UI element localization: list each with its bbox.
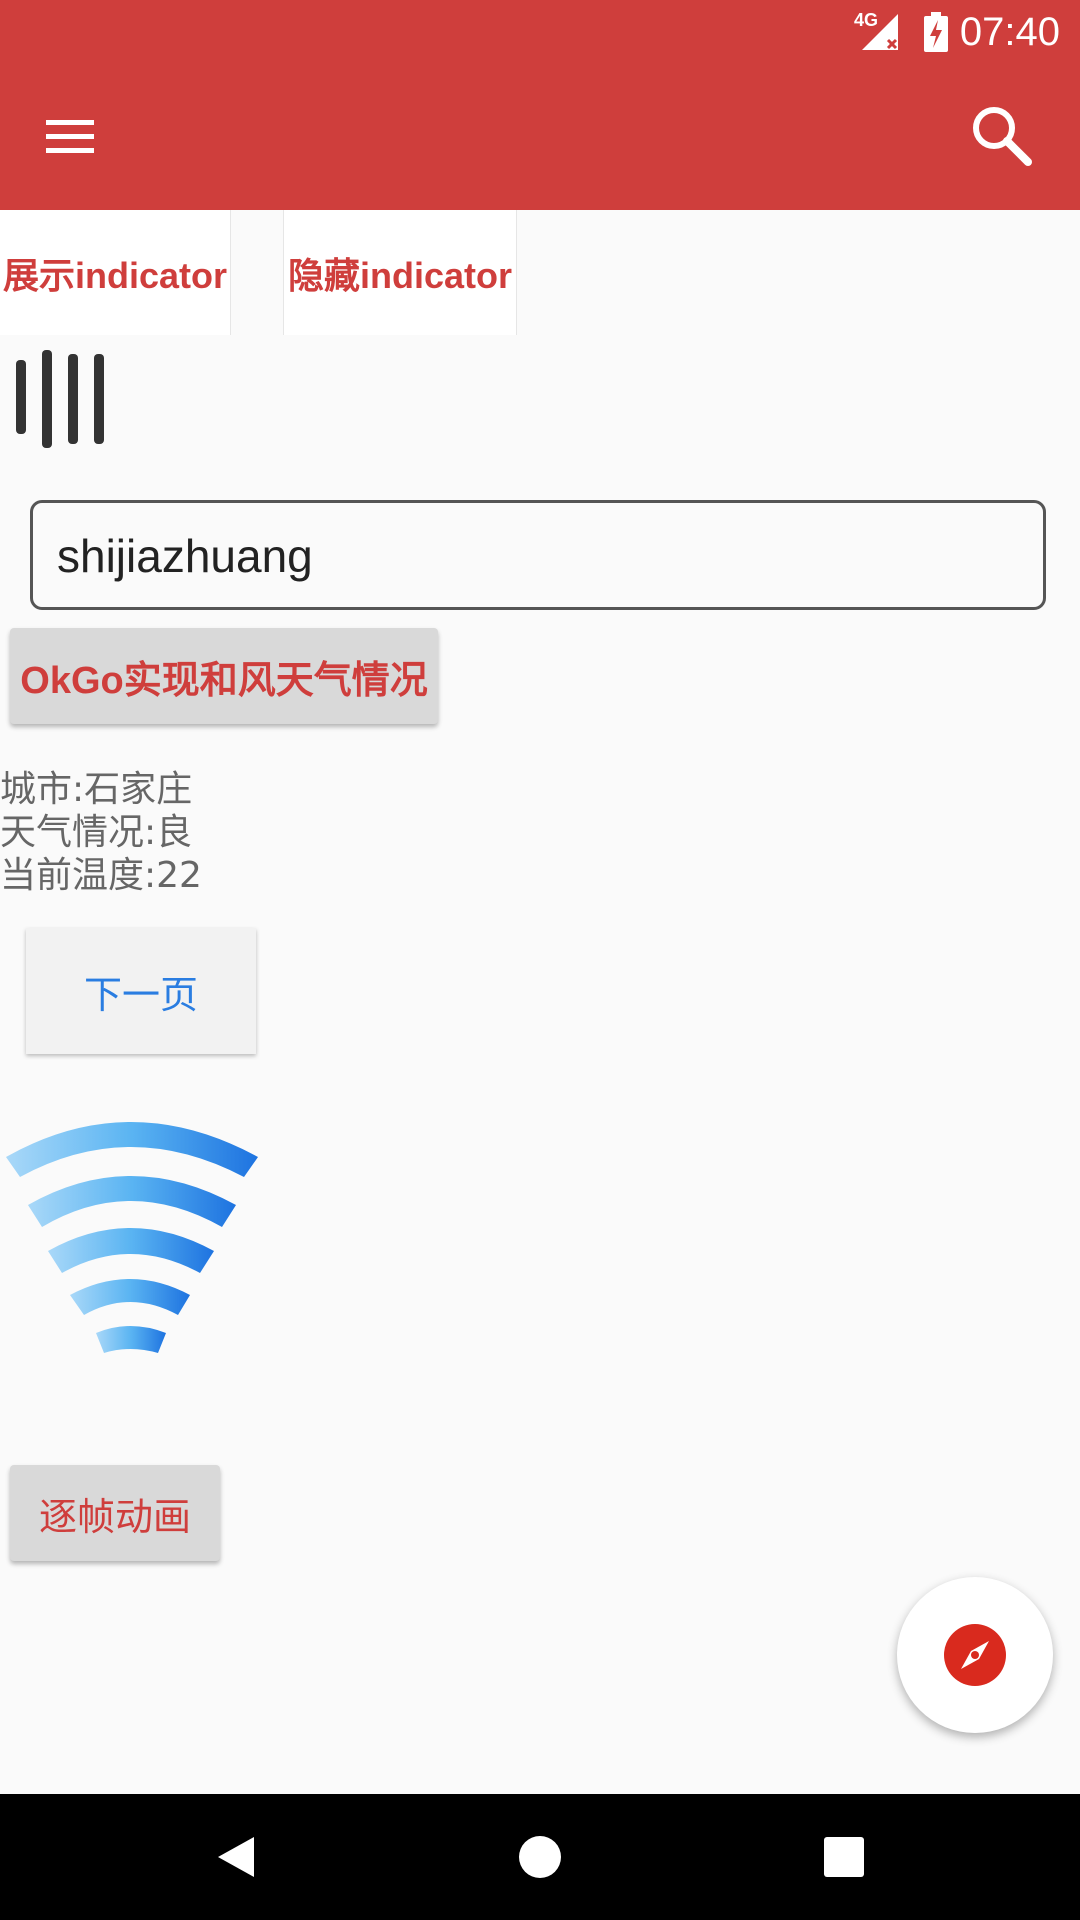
menu-icon [46,120,94,153]
wifi-signal-icon [6,1122,258,1353]
signal-icon [862,14,898,50]
home-button[interactable] [460,1794,620,1920]
show-indicator-tab[interactable]: 展示indicator [0,210,231,335]
next-page-button[interactable]: 下一页 [26,928,256,1054]
city-input[interactable] [55,517,1019,595]
weather-condition: 天气情况:良 [0,812,193,853]
menu-button[interactable] [40,110,104,166]
navigation-bar [0,1794,1080,1920]
weather-info: 城市:石家庄 天气情况:良 当前温度:22 [0,768,202,897]
frame-animation-button[interactable]: 逐帧动画 [10,1465,220,1561]
battery-charging-icon [924,12,948,52]
home-icon [519,1836,561,1878]
okgo-weather-button[interactable]: OkGo实现和风天气情况 [10,628,438,724]
back-icon [218,1837,254,1877]
compass-icon [944,1624,1006,1686]
back-button[interactable] [156,1794,316,1920]
recents-button[interactable] [764,1794,924,1920]
weather-city: 城市:石家庄 [0,769,193,810]
hide-indicator-tab[interactable]: 隐藏indicator [283,210,517,335]
recents-icon [824,1837,864,1877]
search-icon [973,107,1032,166]
status-time: 07:40 [959,10,1060,54]
loading-bars-icon [16,350,104,448]
app-bar: 4G 07:40 [0,0,1080,210]
city-input-container [30,500,1046,610]
compass-fab[interactable] [897,1577,1053,1733]
weather-temperature: 当前温度:22 [0,855,202,896]
search-button[interactable] [970,100,1034,170]
